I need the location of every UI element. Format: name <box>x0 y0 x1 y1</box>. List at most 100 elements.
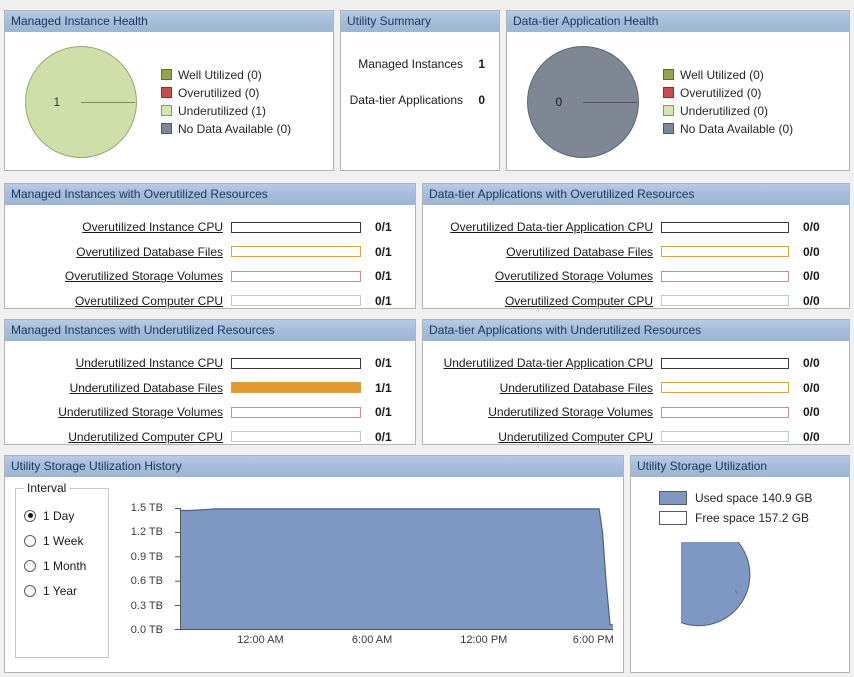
legend-label: Well Utilized (0) <box>680 67 764 82</box>
y-axis-tick: 0.3 TB <box>130 599 163 612</box>
resource-link-underutilized-database-files[interactable]: Underutilized Database Files <box>423 381 661 395</box>
panel-storage-utilization: Utility Storage Utilization Used space 1… <box>630 455 850 673</box>
panel-data-tier-application-health: Data-tier Application Health 0 Well Util… <box>506 10 850 171</box>
radio-interval-1-week[interactable]: 1 Week <box>24 528 108 553</box>
resource-row: Overutilized Database Files 0/1 <box>5 240 415 265</box>
resource-link-overutilized-computer-cpu[interactable]: Overutilized Computer CPU <box>5 294 231 308</box>
resource-row: Overutilized Computer CPU 0/1 <box>5 289 415 314</box>
pie-radius-line <box>81 101 135 103</box>
resource-count: 0/0 <box>803 269 820 284</box>
resource-count: 0/0 <box>803 244 820 259</box>
legend-swatch-free-space <box>659 511 687 525</box>
legend-item: No Data Available (0) <box>161 120 291 138</box>
resource-link-underutilized-instance-cpu[interactable]: Underutilized Instance CPU <box>5 356 231 370</box>
panel-utility-summary: Utility Summary Managed Instances 1 Data… <box>340 10 500 171</box>
legend-item: Well Utilized (0) <box>663 66 793 84</box>
resource-row: Underutilized Data-tier Application CPU … <box>423 351 849 376</box>
resource-row: Underutilized Instance CPU 0/1 <box>5 351 415 376</box>
legend-label: Underutilized (1) <box>178 103 267 118</box>
summary-label: Data-tier Applications <box>349 93 463 107</box>
radio-icon[interactable] <box>24 584 36 597</box>
panel-data-tier-overutilized: Data-tier Applications with Overutilized… <box>422 183 850 309</box>
resource-link-overutilized-storage-volumes[interactable]: Overutilized Storage Volumes <box>423 269 661 283</box>
resource-progress-bar <box>661 382 789 394</box>
y-axis-ticks <box>175 508 180 630</box>
summary-value: 1 <box>478 57 485 71</box>
legend-swatch-well-utilized <box>663 69 674 80</box>
resource-link-underutilized-computer-cpu[interactable]: Underutilized Computer CPU <box>5 430 231 444</box>
resource-row: Underutilized Computer CPU 0/0 <box>423 425 849 450</box>
radio-interval-1-month[interactable]: 1 Month <box>24 553 108 578</box>
resource-link-overutilized-data-tier-application-cpu[interactable]: Overutilized Data-tier Application CPU <box>423 220 661 234</box>
resource-progress-bar <box>231 295 361 307</box>
resource-row: Overutilized Storage Volumes 0/0 <box>423 264 849 289</box>
resource-link-overutilized-computer-cpu[interactable]: Overutilized Computer CPU <box>423 294 661 308</box>
storage-utilization-chart <box>647 523 799 660</box>
managed-instance-health-chart: 1 <box>5 45 157 158</box>
resource-link-underutilized-storage-volumes[interactable]: Underutilized Storage Volumes <box>5 405 231 419</box>
radio-interval-1-year[interactable]: 1 Year <box>24 578 108 603</box>
legend-swatch-used-space <box>659 491 687 505</box>
resource-progress-bar <box>661 431 789 443</box>
legend-swatch-overutilized <box>663 87 674 98</box>
resource-count: 1/1 <box>375 380 392 395</box>
x-axis-tick: 12:00 AM <box>237 634 284 646</box>
panel-title-managed-instances-overutilized: Managed Instances with Overutilized Reso… <box>5 184 415 206</box>
legend-managed-instance-health: Well Utilized (0) Overutilized (0) Under… <box>157 66 291 138</box>
panel-title-storage-utilization: Utility Storage Utilization <box>631 456 849 478</box>
radio-icon[interactable] <box>24 534 36 547</box>
resource-link-underutilized-database-files[interactable]: Underutilized Database Files <box>5 381 231 395</box>
legend-item: Underutilized (0) <box>663 102 793 120</box>
resource-count: 0/0 <box>803 293 820 308</box>
pie-value-label: 0 <box>555 94 563 109</box>
x-axis-labels: 12:00 AM 6:00 AM 12:00 PM 6:00 PM <box>175 634 614 650</box>
legend-label: Overutilized (0) <box>178 85 260 100</box>
resource-link-overutilized-database-files[interactable]: Overutilized Database Files <box>423 245 661 259</box>
x-axis-tick: 6:00 PM <box>572 634 614 646</box>
resource-link-underutilized-computer-cpu[interactable]: Underutilized Computer CPU <box>423 430 661 444</box>
panel-storage-utilization-history: Utility Storage Utilization History Inte… <box>4 455 624 673</box>
panel-title-storage-utilization-history: Utility Storage Utilization History <box>5 456 623 478</box>
legend-item: Overutilized (0) <box>663 84 793 102</box>
radio-icon[interactable] <box>24 509 36 522</box>
resource-row: Overutilized Computer CPU 0/0 <box>423 289 849 314</box>
legend-swatch-underutilized <box>161 105 172 116</box>
y-axis-tick: 1.5 TB <box>130 502 163 514</box>
resource-count: 0/0 <box>803 405 820 420</box>
resource-link-overutilized-storage-volumes[interactable]: Overutilized Storage Volumes <box>5 269 231 283</box>
resource-count: 0/1 <box>375 405 392 420</box>
resource-row: Underutilized Database Files 0/0 <box>423 376 849 401</box>
resource-link-overutilized-instance-cpu[interactable]: Overutilized Instance CPU <box>5 220 231 234</box>
interval-legend-label: Interval <box>24 481 70 495</box>
resource-count: 0/1 <box>375 220 392 235</box>
y-axis-tick: 0.0 TB <box>130 624 163 636</box>
panel-managed-instances-overutilized: Managed Instances with Overutilized Reso… <box>4 183 416 309</box>
legend-swatch-underutilized <box>663 105 674 116</box>
resource-count: 0/1 <box>375 244 392 259</box>
resource-progress-bar <box>661 221 789 233</box>
resource-progress-bar <box>661 270 789 282</box>
interval-fieldset: Interval 1 Day 1 Week 1 Month 1 Year <box>15 481 109 658</box>
data-tier-application-health-chart: 0 <box>507 45 659 158</box>
resource-progress-bar <box>231 431 361 443</box>
resource-progress-bar <box>231 357 361 369</box>
resource-progress-bar <box>231 382 361 394</box>
legend-swatch-overutilized <box>161 87 172 98</box>
legend-item: No Data Available (0) <box>663 120 793 138</box>
radio-interval-1-day[interactable]: 1 Day <box>24 503 108 528</box>
legend-swatch-no-data <box>663 123 674 134</box>
resource-link-underutilized-data-tier-application-cpu[interactable]: Underutilized Data-tier Application CPU <box>423 356 661 370</box>
legend-item: Free space 157.2 GB <box>659 508 849 528</box>
resource-count: 0/1 <box>375 269 392 284</box>
resource-link-underutilized-storage-volumes[interactable]: Underutilized Storage Volumes <box>423 405 661 419</box>
summary-row-managed-instances: Managed Instances 1 <box>341 57 499 71</box>
radio-icon[interactable] <box>24 559 36 572</box>
resource-progress-bar <box>661 357 789 369</box>
resource-progress-bar <box>661 295 789 307</box>
resource-link-overutilized-database-files[interactable]: Overutilized Database Files <box>5 245 231 259</box>
pie-slice-used-space <box>647 523 751 627</box>
legend-swatch-well-utilized <box>161 69 172 80</box>
resource-row: Overutilized Database Files 0/0 <box>423 240 849 265</box>
x-axis-tick: 6:00 AM <box>351 634 393 646</box>
storage-history-chart: 1.5 TB 1.2 TB 0.9 TB 0.6 TB 0.3 TB 0.0 T… <box>117 484 619 670</box>
